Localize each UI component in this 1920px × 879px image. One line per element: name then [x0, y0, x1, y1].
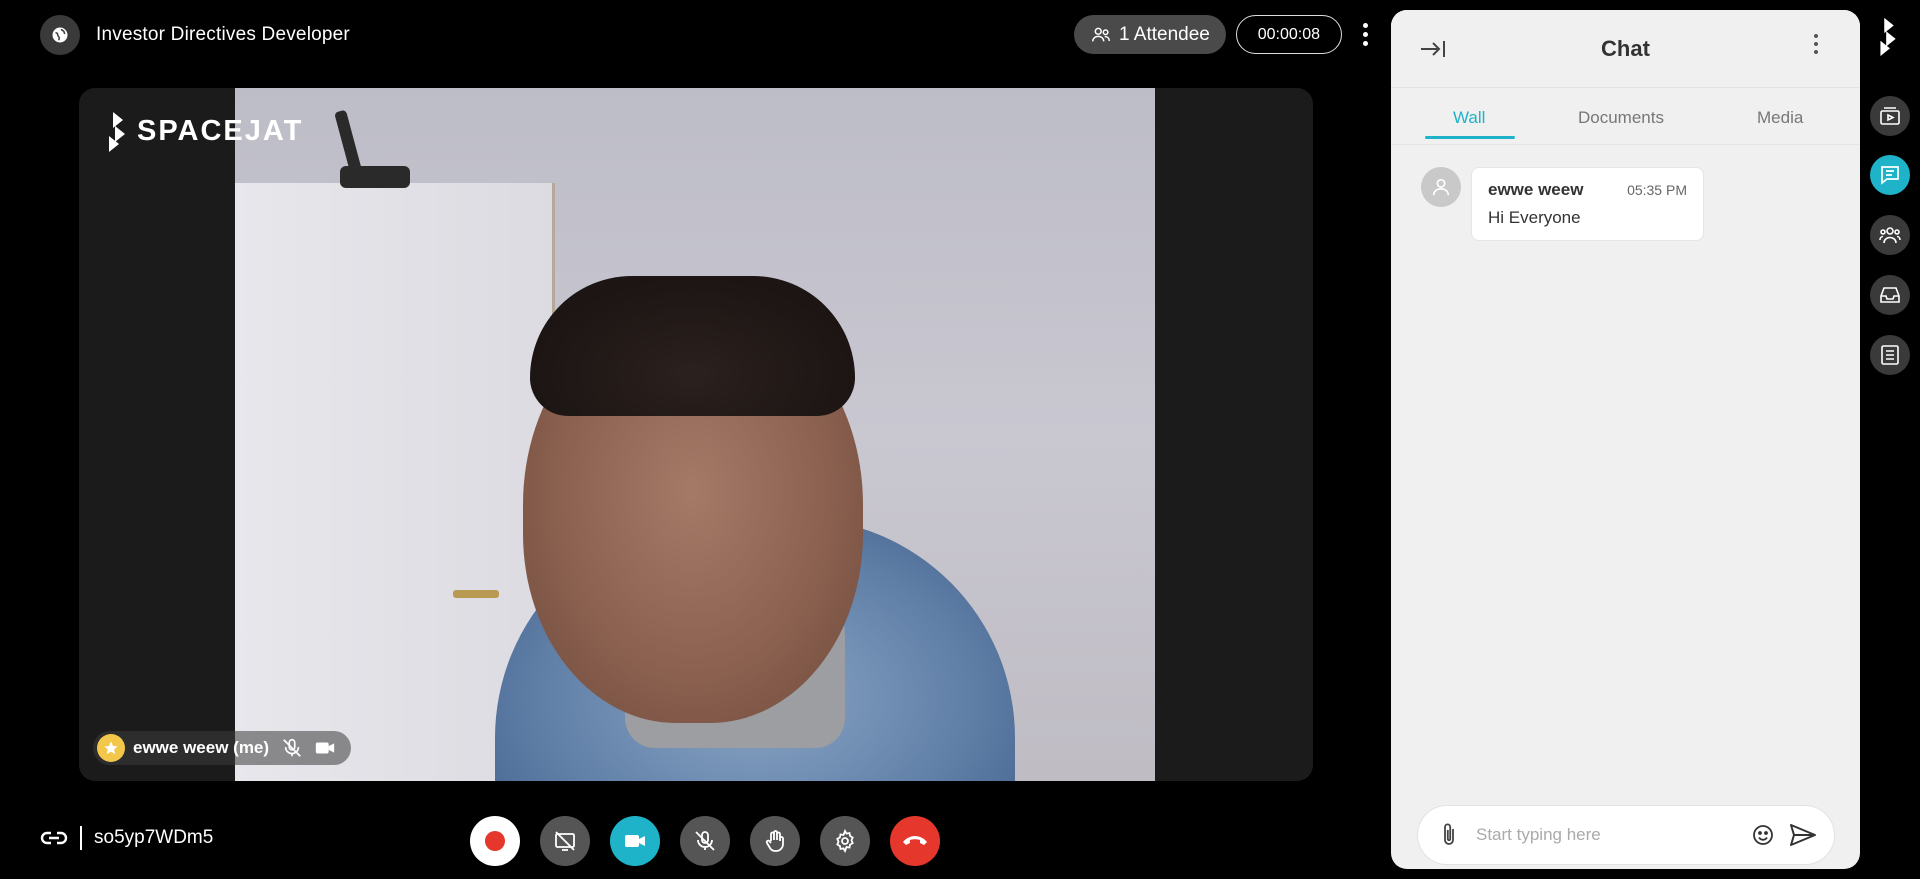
meeting-code: so5yp7WDm5 — [94, 827, 214, 848]
chat-tabs: Wall Documents Media — [1391, 88, 1860, 146]
brand-logo: SPACEJAT — [105, 110, 303, 152]
video-camera-icon — [315, 742, 335, 754]
video-camera-icon — [625, 835, 645, 847]
chat-input[interactable] — [1476, 825, 1748, 845]
raise-hand-button[interactable] — [750, 816, 800, 866]
brand-name: SPACEJAT — [137, 114, 304, 147]
hang-up-icon — [903, 836, 927, 845]
playlist-icon — [1880, 107, 1900, 125]
chat-options-icon[interactable] — [1814, 34, 1818, 54]
screen-share-button[interactable] — [540, 816, 590, 866]
attendee-count: 1 Attendee — [1119, 23, 1210, 45]
mic-muted-icon — [283, 738, 301, 757]
record-icon — [485, 831, 505, 851]
people-icon — [1092, 27, 1110, 41]
camera-feed — [235, 88, 1155, 781]
chat-composer — [1417, 805, 1835, 865]
gear-icon — [836, 829, 854, 853]
list-icon — [1881, 345, 1899, 365]
door-handle — [453, 590, 499, 598]
inbox-button[interactable] — [1870, 275, 1910, 315]
link-icon — [40, 831, 68, 845]
tab-media[interactable]: Media — [1757, 108, 1803, 128]
camera-button[interactable] — [610, 816, 660, 866]
side-rail — [1860, 0, 1920, 879]
send-icon[interactable] — [1788, 820, 1818, 850]
chat-message: ewwe weew 05:35 PM Hi Everyone — [1421, 167, 1704, 241]
mic-off-icon — [695, 831, 715, 851]
message-author: ewwe weew — [1488, 180, 1584, 199]
attendee-button[interactable]: 1 Attendee — [1074, 15, 1226, 54]
message-text: Hi Everyone — [1488, 208, 1581, 227]
meeting-info: Investor Directives Developer — [40, 15, 350, 55]
chat-icon — [1881, 166, 1899, 185]
meeting-timer: 00:00:08 — [1235, 15, 1342, 54]
meeting-app: Investor Directives Developer 1 Attendee… — [0, 0, 1920, 879]
inbox-icon — [1880, 287, 1900, 303]
chat-header: Chat — [1391, 10, 1860, 88]
chat-panel: Chat Wall Documents Media ewwe weew 05:3… — [1391, 10, 1860, 869]
participants-button[interactable] — [1870, 215, 1910, 255]
self-name: ewwe weew (me) — [133, 738, 270, 757]
message-time: 05:35 PM — [1627, 182, 1687, 198]
globe-icon[interactable] — [40, 15, 80, 55]
door-closer — [340, 166, 410, 188]
attachment-icon[interactable] — [1434, 820, 1464, 850]
settings-button[interactable] — [820, 816, 870, 866]
user-avatar-icon — [1421, 167, 1461, 207]
host-star-icon — [97, 734, 125, 762]
chat-title: Chat — [1601, 36, 1650, 61]
record-button[interactable] — [470, 816, 520, 866]
meeting-link[interactable]: so5yp7WDm5 — [40, 826, 213, 850]
people-icon — [1879, 227, 1901, 244]
emoji-icon[interactable] — [1748, 820, 1778, 850]
video-panel: SPACEJAT ewwe weew (me) — [79, 88, 1313, 781]
notes-button[interactable] — [1870, 335, 1910, 375]
divider — [80, 826, 82, 850]
more-options-icon[interactable] — [1356, 17, 1376, 53]
person-hair — [530, 276, 855, 416]
meeting-status: 1 Attendee 00:00:08 — [1074, 15, 1376, 54]
tab-wall[interactable]: Wall — [1453, 108, 1485, 128]
self-name-tag: ewwe weew (me) — [93, 731, 352, 765]
message-bubble: ewwe weew 05:35 PM Hi Everyone — [1471, 167, 1704, 241]
call-controls — [470, 816, 940, 866]
spacejat-logo-icon — [109, 112, 125, 152]
tab-documents[interactable]: Documents — [1578, 108, 1664, 128]
divider — [1391, 144, 1860, 145]
screen-share-off-icon — [555, 831, 575, 851]
playlist-button[interactable] — [1870, 96, 1910, 136]
hand-icon — [765, 830, 784, 852]
app-logo-icon — [1876, 16, 1902, 61]
meeting-title: Investor Directives Developer — [96, 24, 350, 45]
active-tab-indicator — [1425, 136, 1515, 139]
end-call-button[interactable] — [890, 816, 940, 866]
microphone-button[interactable] — [680, 816, 730, 866]
chat-button[interactable] — [1870, 155, 1910, 195]
